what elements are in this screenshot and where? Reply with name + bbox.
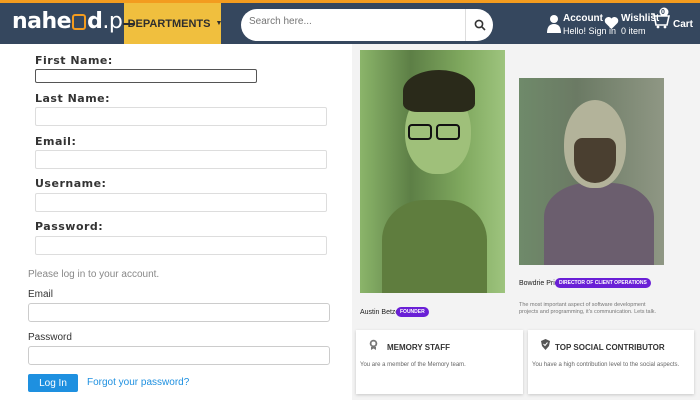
badge-title: MEMORY STAFF [387, 343, 450, 352]
badge-card-memory-staff: MEMORY STAFF You are a member of the Mem… [356, 330, 523, 394]
heart-icon [604, 17, 619, 29]
password-field[interactable] [35, 236, 327, 255]
user-icon [547, 15, 561, 33]
cart-icon [651, 7, 670, 29]
email-field[interactable] [35, 150, 327, 169]
role-badge: DIRECTOR OF CLIENT OPERATIONS [555, 278, 651, 288]
caret-down-icon: ▼ [215, 20, 223, 27]
badge-subtitle: You have a high contribution level to th… [532, 362, 680, 368]
login-email-field[interactable] [28, 303, 330, 322]
login-email-label: Email [28, 289, 54, 300]
team-photo-2 [519, 78, 664, 265]
profile-panel: Austin Betzer FOUNDER Bowdrie Price DIRE… [352, 44, 700, 400]
site-logo[interactable]: nahe d.pk [12, 9, 135, 34]
badge-icon [369, 339, 378, 350]
badge-title: TOP SOCIAL CONTRIBUTOR [555, 343, 665, 352]
search-box [241, 9, 493, 41]
username-label: Username: [35, 177, 107, 190]
login-prompt: Please log in to your account. [28, 269, 160, 280]
login-password-label: Password [28, 332, 72, 343]
departments-label: DEPARTMENTS [127, 17, 211, 30]
search-input[interactable] [249, 16, 449, 27]
email-label: Email: [35, 135, 77, 148]
first-name-label: First Name: [35, 54, 113, 67]
cart-label: Cart [673, 19, 694, 30]
first-name-field[interactable] [35, 69, 257, 83]
username-field[interactable] [35, 193, 327, 212]
badge-subtitle: You are a member of the Memory team. [360, 362, 466, 368]
badge-card-top-social-contributor: TOP SOCIAL CONTRIBUTOR You have a high c… [528, 330, 694, 394]
last-name-field[interactable] [35, 107, 327, 126]
search-button[interactable] [465, 9, 493, 41]
cart-count: 0 [661, 9, 665, 16]
login-button[interactable]: Log In [28, 374, 78, 392]
role-badge: FOUNDER [396, 307, 429, 317]
login-password-field[interactable] [28, 346, 330, 365]
shield-icon [541, 339, 550, 350]
forms-panel: First Name: Last Name: Email: Username: … [0, 44, 352, 400]
bag-icon [72, 14, 87, 30]
password-label: Password: [35, 220, 104, 233]
search-icon [474, 19, 486, 31]
team-photo-1 [360, 50, 505, 293]
team-member-description: The most important aspect of software de… [519, 302, 657, 315]
departments-button[interactable]: DEPARTMENTS ▼ [122, 3, 223, 44]
forgot-password-link[interactable]: Forgot your password? [87, 377, 189, 388]
last-name-label: Last Name: [35, 92, 111, 105]
top-header: nahed.pk DEPARTMENTS ▼ Account Hello! Si… [0, 0, 700, 44]
